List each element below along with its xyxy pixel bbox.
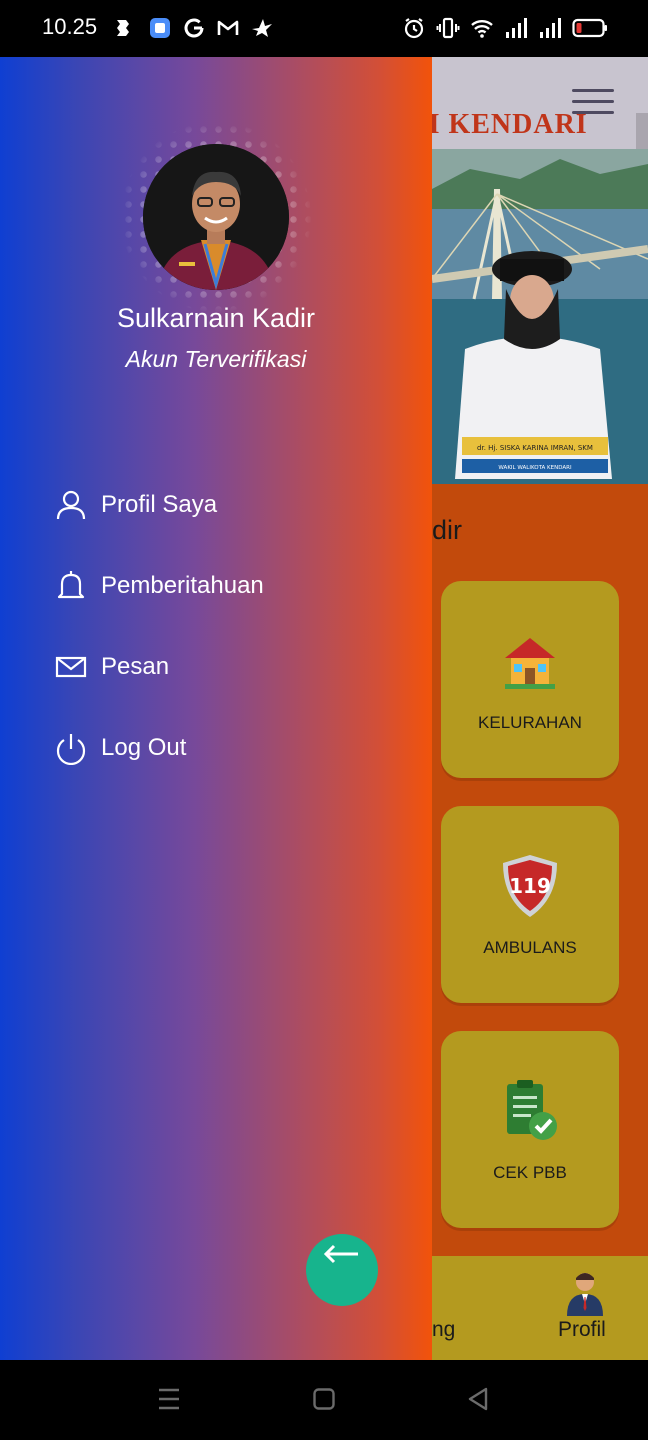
recent-apps-icon[interactable] xyxy=(156,1386,182,1412)
profile-person-icon xyxy=(567,1273,603,1316)
signal-icon xyxy=(540,18,561,38)
menu-card-label: AMBULANS xyxy=(483,938,577,957)
drawer-item-log-out[interactable]: Log Out xyxy=(54,725,394,771)
profile-name: Sulkarnain Kadir xyxy=(116,303,316,333)
system-status-icons xyxy=(402,16,608,40)
hamburger-menu-icon[interactable] xyxy=(572,89,614,117)
user-icon xyxy=(56,490,86,520)
battery-icon xyxy=(572,18,607,38)
app-header-title: SI KENDARI xyxy=(412,109,588,140)
svg-text:119: 119 xyxy=(509,874,551,898)
menu-card-label: KELURAHAN xyxy=(478,713,582,732)
bottom-nav-profil[interactable]: Profil xyxy=(558,1318,606,1342)
close-drawer-button[interactable] xyxy=(306,1234,378,1306)
home-icon[interactable] xyxy=(312,1386,336,1412)
vibrate-icon xyxy=(436,17,460,39)
gmail-icon xyxy=(217,20,239,35)
wifi-icon xyxy=(471,20,493,38)
drawer-item-label: Log Out xyxy=(101,734,187,761)
drawer-item-pemberitahuan[interactable]: Pemberitahuan xyxy=(54,563,394,609)
banner-caption: dr. Hj. SISKA KARINA IMRAN, SKM xyxy=(477,444,593,452)
drawer-item-label: Profil Saya xyxy=(101,491,218,518)
house-icon xyxy=(505,638,555,689)
notification-icons xyxy=(114,16,274,40)
bottom-navigation: ng Profil xyxy=(432,1256,648,1360)
navigation-drawer: Sulkarnain Kadir Akun Terverifikasi Prof… xyxy=(0,57,432,1360)
g-icon xyxy=(184,18,204,38)
avatar-photo xyxy=(143,144,289,290)
signal-icon xyxy=(506,18,527,38)
drawer-item-label: Pemberitahuan xyxy=(101,572,264,599)
menu-card-ambulans[interactable]: 119 AMBULANS xyxy=(441,806,619,1003)
banner-subcaption: WAKIL WALIKOTA KENDARI xyxy=(498,465,572,471)
header-scrollbar xyxy=(636,113,648,149)
power-icon xyxy=(56,734,86,765)
alarm-icon xyxy=(404,18,424,39)
system-navigation-bar xyxy=(0,1360,648,1440)
bird-icon xyxy=(252,19,272,37)
checklist-icon xyxy=(507,1080,557,1140)
menu-card-kelurahan[interactable]: KELURAHAN xyxy=(441,581,619,778)
app-icon xyxy=(117,20,129,36)
mail-icon xyxy=(55,656,87,678)
drawer-item-label: Pesan xyxy=(101,653,170,680)
status-bar: 10.25 xyxy=(0,0,648,57)
verified-status: Akun Terverifikasi xyxy=(125,346,307,372)
menu-card-cek-pbb[interactable]: CEK PBB xyxy=(441,1031,619,1228)
avatar[interactable] xyxy=(143,144,289,290)
menu-card-label: CEK PBB xyxy=(493,1163,567,1182)
welcome-text: dir xyxy=(432,515,463,545)
arrow-left-icon xyxy=(323,1244,358,1264)
bottom-nav-item-partial[interactable]: ng xyxy=(432,1318,455,1342)
app-icon xyxy=(150,18,170,38)
phone-screen: 10.25 SI KENDARI dr. Hj. SISKA KARINA IM… xyxy=(0,0,648,1440)
drawer-item-profil-saya[interactable]: Profil Saya xyxy=(54,482,394,528)
drawer-item-pesan[interactable]: Pesan xyxy=(54,644,394,690)
back-icon[interactable] xyxy=(466,1386,490,1412)
status-time: 10.25 xyxy=(42,14,98,39)
ambulance-119-icon: 119 xyxy=(503,855,557,917)
bell-icon xyxy=(57,571,85,599)
